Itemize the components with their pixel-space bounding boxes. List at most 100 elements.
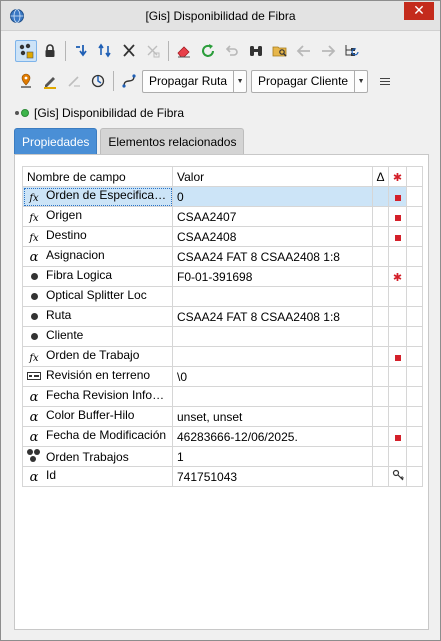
properties-window: [Gis] Disponibilidad de Fibra ✕ Propagar… — [0, 0, 441, 641]
field-value-cell[interactable] — [172, 346, 373, 367]
field-value-cell[interactable]: \0 — [172, 366, 373, 387]
header-sort-icon[interactable]: Δ — [372, 166, 389, 187]
field-value-cell[interactable] — [172, 326, 373, 347]
eraser-button[interactable] — [173, 40, 195, 62]
key-icon — [392, 469, 404, 484]
field-name-cell[interactable]: fx Orden de Trabajo — [22, 346, 173, 367]
field-value-cell[interactable]: CSAA24 FAT 8 CSAA2408 1:8 — [172, 246, 373, 267]
field-name-cell[interactable]: fx Origen — [22, 206, 173, 227]
propagar-cliente-button[interactable]: Propagar Cliente ▼ — [251, 69, 369, 93]
folder-search-icon — [272, 46, 287, 57]
unlink-button[interactable] — [142, 40, 164, 62]
field-name-cell[interactable]: α Asignacion — [22, 246, 173, 267]
formula-icon: fx — [29, 352, 39, 364]
table-row[interactable]: α Id 741751043 — [22, 466, 423, 487]
tree-refresh-button[interactable] — [341, 40, 363, 62]
required-cell — [388, 306, 407, 327]
sort-cell — [372, 186, 389, 207]
filler-cell — [406, 206, 423, 227]
cut-icon — [123, 44, 135, 57]
field-value-cell[interactable] — [172, 386, 373, 407]
field-value-cell[interactable]: unset, unset — [172, 406, 373, 427]
field-name-cell[interactable]: Ruta — [22, 306, 173, 327]
field-name: Fibra Logica — [46, 268, 113, 282]
text-field-icon: α — [29, 250, 39, 265]
field-name-cell[interactable]: Fibra Logica — [22, 266, 173, 287]
table-row[interactable]: Fibra Logica F0-01-391698 ✱ — [22, 266, 423, 287]
field-value-cell[interactable]: CSAA2408 — [172, 226, 373, 247]
menu-icon[interactable] — [380, 73, 396, 89]
cut-button[interactable] — [118, 40, 140, 62]
chevron-down-icon[interactable]: ▼ — [355, 78, 367, 85]
filler-cell — [406, 306, 423, 327]
table-row[interactable]: fx Destino CSAA2408 — [22, 226, 423, 247]
table-row[interactable]: Optical Splitter Loc — [22, 286, 423, 307]
field-value-cell[interactable]: F0-01-391698 — [172, 266, 373, 287]
swap-button[interactable] — [94, 40, 116, 62]
table-row[interactable]: Revisión en terreno \0 — [22, 366, 423, 387]
table-row[interactable]: α Color Buffer-Hilo unset, unset — [22, 406, 423, 427]
field-value-cell[interactable] — [172, 286, 373, 307]
field-value-cell[interactable]: 0 — [172, 186, 373, 207]
table-row[interactable]: α Asignacion CSAA24 FAT 8 CSAA2408 1:8 — [22, 246, 423, 267]
properties-panel: Nombre de campo Valor Δ ✱ fx Orden de Esp… — [14, 154, 429, 630]
back-button[interactable] — [293, 40, 315, 62]
filler-cell — [406, 186, 423, 207]
object-label: [Gis] Disponibilidad de Fibra — [34, 106, 185, 120]
multi-select-button[interactable] — [15, 40, 37, 62]
table-row[interactable]: fx Origen CSAA2407 — [22, 206, 423, 227]
undo-button[interactable] — [221, 40, 243, 62]
field-value-cell[interactable]: 46283666-12/06/2025. — [172, 426, 373, 447]
field-value-cell[interactable]: CSAA2407 — [172, 206, 373, 227]
field-name-cell[interactable]: Cliente — [22, 326, 173, 347]
table-row[interactable]: α Fecha Revision Infoware — [22, 386, 423, 407]
pen-button[interactable] — [39, 70, 61, 92]
field-value-cell[interactable]: 1 — [172, 446, 373, 467]
map-pin-button[interactable] — [15, 70, 37, 92]
sort-cell — [372, 246, 389, 267]
required-star-icon: ✱ — [392, 271, 403, 284]
edit-disabled-button[interactable] — [63, 70, 85, 92]
header-required-icon[interactable]: ✱ — [388, 166, 407, 187]
sort-cell — [372, 286, 389, 307]
route-curve-button[interactable] — [118, 70, 140, 92]
table-row[interactable]: Orden Trabajos 1 — [22, 446, 423, 467]
propagar-cliente-label: Propagar Cliente — [252, 70, 356, 92]
text-field-icon: α — [29, 430, 39, 445]
refresh-button[interactable] — [197, 40, 219, 62]
header-nombre-campo[interactable]: Nombre de campo — [22, 166, 173, 187]
table-row[interactable]: α Fecha de Modificación 46283666-12/06/202… — [22, 426, 423, 447]
table-row[interactable]: fx Orden de Trabajo — [22, 346, 423, 367]
lock-button[interactable] — [39, 40, 61, 62]
target-button[interactable] — [87, 70, 109, 92]
chevron-down-icon[interactable]: ▼ — [234, 78, 246, 85]
field-name-cell[interactable]: Optical Splitter Loc — [22, 286, 173, 307]
header-valor[interactable]: Valor — [172, 166, 373, 187]
field-name-cell[interactable]: fx Orden de Especificación — [22, 186, 173, 207]
table-row[interactable]: Ruta CSAA24 FAT 8 CSAA2408 1:8 — [22, 306, 423, 327]
propagar-ruta-button[interactable]: Propagar Ruta ▼ — [142, 69, 248, 93]
close-button[interactable]: ✕ — [404, 2, 434, 20]
field-name-cell[interactable]: Revisión en terreno — [22, 366, 173, 387]
filler-cell — [406, 446, 423, 467]
field-value-cell[interactable]: 741751043 — [172, 466, 373, 487]
field-name-cell[interactable]: α Fecha de Modificación — [22, 426, 173, 447]
field-name: Destino — [46, 227, 87, 242]
find-button[interactable] — [245, 40, 267, 62]
field-name-cell[interactable]: α Fecha Revision Infoware — [22, 386, 173, 407]
field-name-cell[interactable]: α Id — [22, 466, 173, 487]
tab-propiedades[interactable]: Propiedades — [14, 128, 98, 154]
multi-reference-icon — [27, 449, 41, 463]
move-down-button[interactable] — [70, 40, 92, 62]
table-row[interactable]: fx Orden de Especificación 0 — [22, 186, 423, 207]
forward-button[interactable] — [317, 40, 339, 62]
field-name-cell[interactable]: Orden Trabajos — [22, 446, 173, 467]
required-cell — [388, 446, 407, 467]
field-name-cell[interactable]: α Color Buffer-Hilo — [22, 406, 173, 427]
folder-search-button[interactable] — [269, 40, 291, 62]
required-cell — [388, 226, 407, 247]
tab-elementos-relacionados[interactable]: Elementos relacionados — [100, 128, 245, 154]
table-row[interactable]: Cliente — [22, 326, 423, 347]
field-value-cell[interactable]: CSAA24 FAT 8 CSAA2408 1:8 — [172, 306, 373, 327]
field-name-cell[interactable]: fx Destino — [22, 226, 173, 247]
